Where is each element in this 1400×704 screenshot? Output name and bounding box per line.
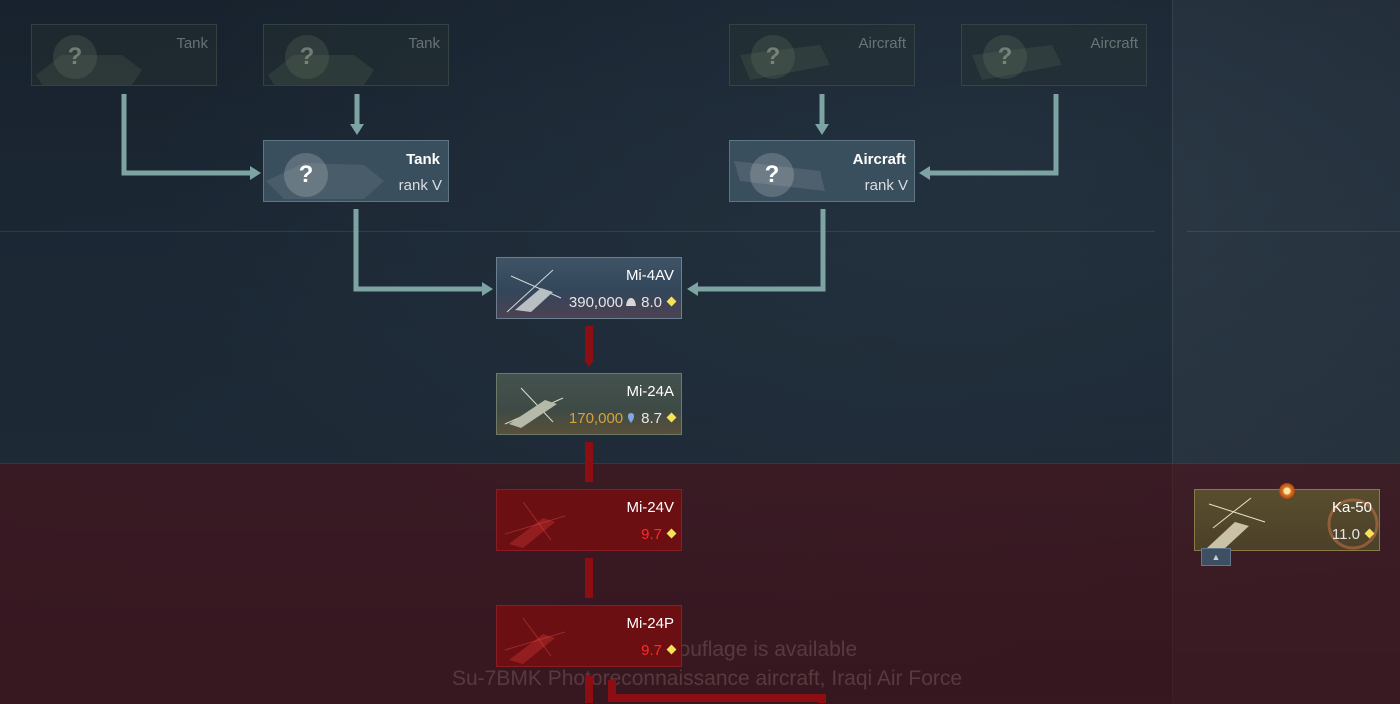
vehicle-info-row: 170,000 8.7 [568,410,677,427]
helicopter-icon [504,501,566,548]
requirement-card-tank-rank[interactable]: ? Tank rank V [263,140,449,202]
helicopter-icon [504,387,564,428]
question-mark-icon: ? [53,35,97,79]
question-mark-icon: ? [285,35,329,79]
vehicle-info-row: 11.0 [1331,526,1375,543]
battle-rating-diamond-icon [666,528,677,539]
vehicle-card-mi-4av[interactable]: Mi-4AV 390,000 8.0 [496,257,682,319]
requirement-type-label: Tank [406,151,440,168]
purchase-cost: 170,000 [568,410,624,427]
requirement-type-label: Tank [176,35,208,52]
requirement-rank-label: rank V [864,177,908,194]
requirement-type-label: Aircraft [852,151,906,168]
vehicle-name: Ka-50 [1331,499,1372,516]
requirement-card-aircraft[interactable]: ? Aircraft [961,24,1147,86]
requirement-rank-label: rank V [398,177,442,194]
requirement-type-label: Tank [408,35,440,52]
research-points-icon [626,298,637,306]
battle-rating-diamond-icon [666,644,677,655]
battle-rating: 8.0 [641,294,662,311]
research-cost: 390,000 [568,294,624,311]
vehicle-info-row: 9.7 [641,642,677,659]
requirement-card-tank[interactable]: ? Tank [263,24,449,86]
requirement-card-aircraft-rank[interactable]: ? Aircraft rank V [729,140,915,202]
question-mark-icon: ? [284,153,328,197]
battle-rating-diamond-icon [1364,528,1375,539]
vehicle-card-mi-24v[interactable]: Mi-24V 9.7 [496,489,682,551]
vehicle-name: Mi-4AV [625,267,674,284]
tree-connectors [121,94,1059,703]
question-mark-icon: ? [983,35,1027,79]
question-mark-icon: ? [750,153,794,197]
vehicle-info-row: 9.7 [641,526,677,543]
nation-flag-icon: ▲ [1201,548,1231,566]
battle-rating-diamond-icon [666,412,677,423]
requirement-card-tank[interactable]: ? Tank [31,24,217,86]
vehicle-info-row: 390,000 8.0 [568,294,677,311]
requirement-type-label: Aircraft [858,35,906,52]
requirement-card-aircraft[interactable]: ? Aircraft [729,24,915,86]
battle-rating: 9.7 [641,642,662,659]
helicopter-icon [1207,497,1266,550]
vehicle-card-mi-24p[interactable]: Mi-24P 9.7 [496,605,682,667]
requirement-type-label: Aircraft [1090,35,1138,52]
helicopter-icon [504,617,566,664]
vehicle-name: Mi-24A [626,383,674,400]
question-mark-icon: ? [751,35,795,79]
battle-rating: 9.7 [641,526,662,543]
helicopter-icon [506,269,562,313]
premium-badge-icon [1279,483,1295,499]
silver-lions-icon [628,413,635,423]
battle-rating-diamond-icon [666,296,677,307]
battle-rating: 8.7 [641,410,662,427]
vehicle-name: Mi-24V [626,499,674,516]
vehicle-name: Mi-24P [626,615,674,632]
vehicle-card-mi-24a[interactable]: Mi-24A 170,000 8.7 [496,373,682,435]
battle-rating: 11.0 [1331,526,1360,543]
